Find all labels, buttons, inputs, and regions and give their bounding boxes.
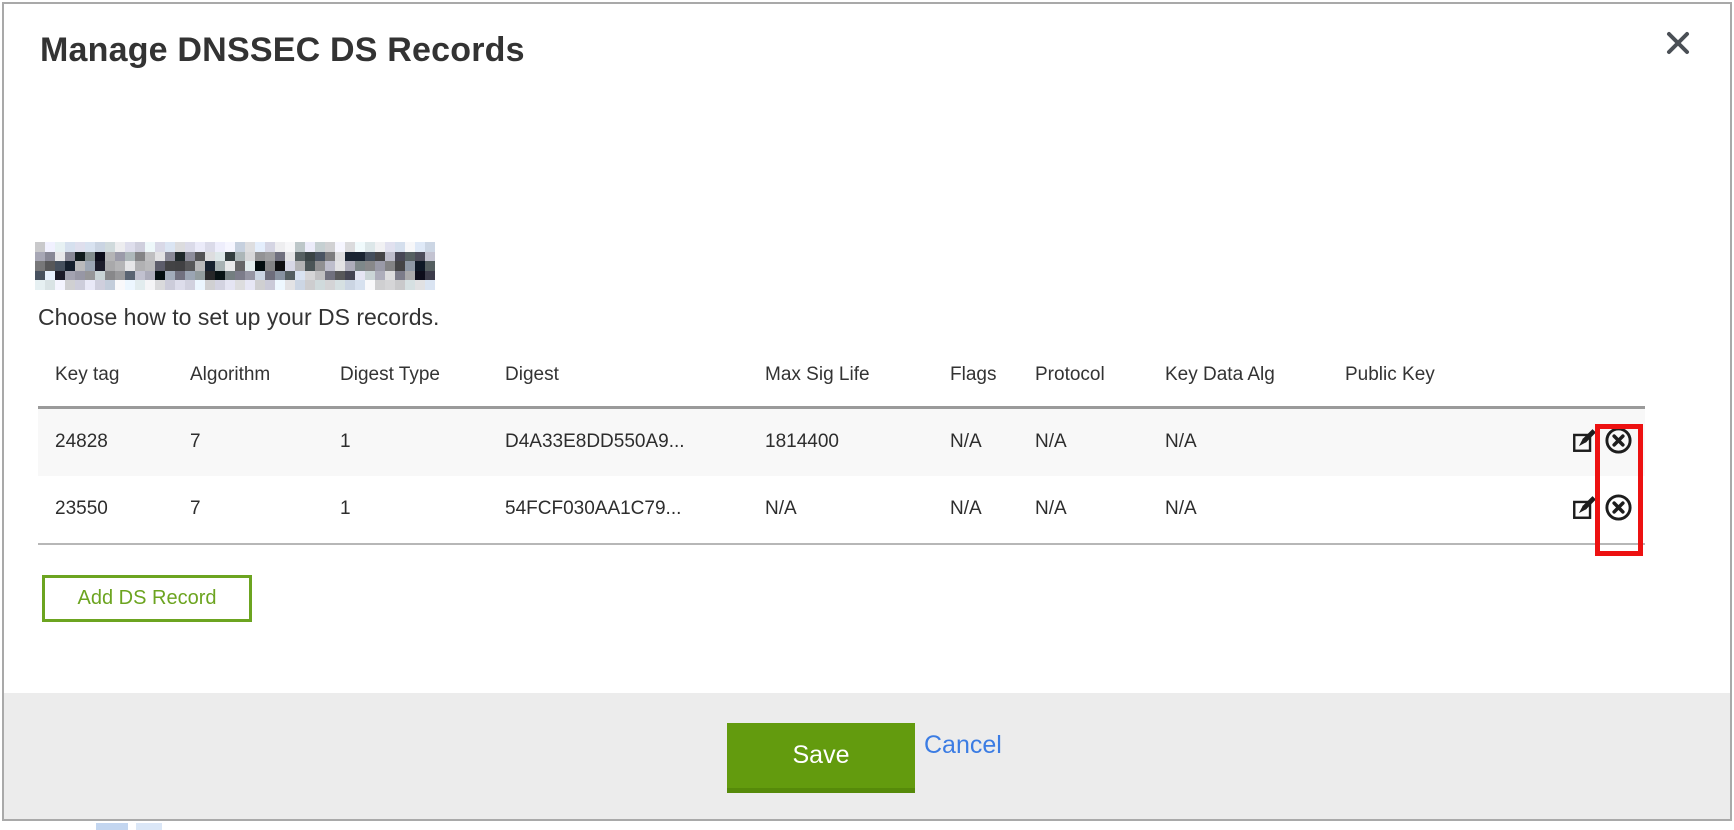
- instruction-text: Choose how to set up your DS records.: [38, 304, 439, 331]
- redacted-domain-name: [35, 242, 435, 290]
- cell-algorithm: 7: [173, 476, 323, 544]
- dialog-footer: Save Cancel: [4, 693, 1730, 819]
- close-button[interactable]: [1660, 26, 1696, 62]
- column-header-flags: Flags: [933, 364, 1018, 408]
- column-header-protocol: Protocol: [1018, 364, 1148, 408]
- cell-actions: [1548, 408, 1645, 476]
- column-header-actions: [1548, 364, 1645, 408]
- ds-records-table: Key tag Algorithm Digest Type Digest Max…: [38, 364, 1645, 545]
- table-row: 24828 7 1 D4A33E8DD550A9... 1814400 N/A …: [38, 408, 1645, 476]
- cell-algorithm: 7: [173, 408, 323, 476]
- page-behind-dialog: [0, 821, 1734, 830]
- cell-protocol: N/A: [1018, 408, 1148, 476]
- edit-record-button[interactable]: [1571, 495, 1597, 524]
- page-title: Manage DNSSEC DS Records: [40, 31, 525, 70]
- cell-actions: [1548, 476, 1645, 544]
- column-header-public-key: Public Key: [1328, 364, 1548, 408]
- column-header-max-sig-life: Max Sig Life: [748, 364, 933, 408]
- cell-digest-type: 1: [323, 408, 488, 476]
- cell-protocol: N/A: [1018, 476, 1148, 544]
- background-page-artifact: [96, 823, 128, 830]
- delete-record-button[interactable]: [1604, 493, 1633, 525]
- cell-public-key: [1328, 408, 1548, 476]
- column-header-digest: Digest: [488, 364, 748, 408]
- table-row: 23550 7 1 54FCF030AA1C79... N/A N/A N/A …: [38, 476, 1645, 544]
- cell-key-data-alg: N/A: [1148, 408, 1328, 476]
- circle-x-icon: [1604, 426, 1633, 458]
- cell-digest: 54FCF030AA1C79...: [488, 476, 748, 544]
- column-header-digest-type: Digest Type: [323, 364, 488, 408]
- cancel-link[interactable]: Cancel: [924, 731, 1002, 760]
- save-button[interactable]: Save: [727, 723, 915, 793]
- cell-flags: N/A: [933, 408, 1018, 476]
- cell-max-sig-life: 1814400: [748, 408, 933, 476]
- cell-max-sig-life: N/A: [748, 476, 933, 544]
- column-header-key-tag: Key tag: [38, 364, 173, 408]
- delete-record-button[interactable]: [1604, 426, 1633, 458]
- cell-flags: N/A: [933, 476, 1018, 544]
- column-header-algorithm: Algorithm: [173, 364, 323, 408]
- edit-icon: [1571, 495, 1597, 524]
- column-header-key-data-alg: Key Data Alg: [1148, 364, 1328, 408]
- edit-icon: [1571, 428, 1597, 457]
- edit-record-button[interactable]: [1571, 428, 1597, 457]
- circle-x-icon: [1604, 493, 1633, 525]
- table-header-row: Key tag Algorithm Digest Type Digest Max…: [38, 364, 1645, 408]
- manage-dnssec-dialog: Manage DNSSEC DS Records Choose how to s…: [2, 2, 1732, 821]
- cell-public-key: [1328, 476, 1548, 544]
- cell-key-tag: 23550: [38, 476, 173, 544]
- background-page-artifact: [136, 823, 162, 830]
- cell-key-data-alg: N/A: [1148, 476, 1328, 544]
- close-icon: [1666, 31, 1690, 58]
- cell-digest-type: 1: [323, 476, 488, 544]
- cell-digest: D4A33E8DD550A9...: [488, 408, 748, 476]
- cell-key-tag: 24828: [38, 408, 173, 476]
- add-ds-record-button[interactable]: Add DS Record: [42, 575, 252, 622]
